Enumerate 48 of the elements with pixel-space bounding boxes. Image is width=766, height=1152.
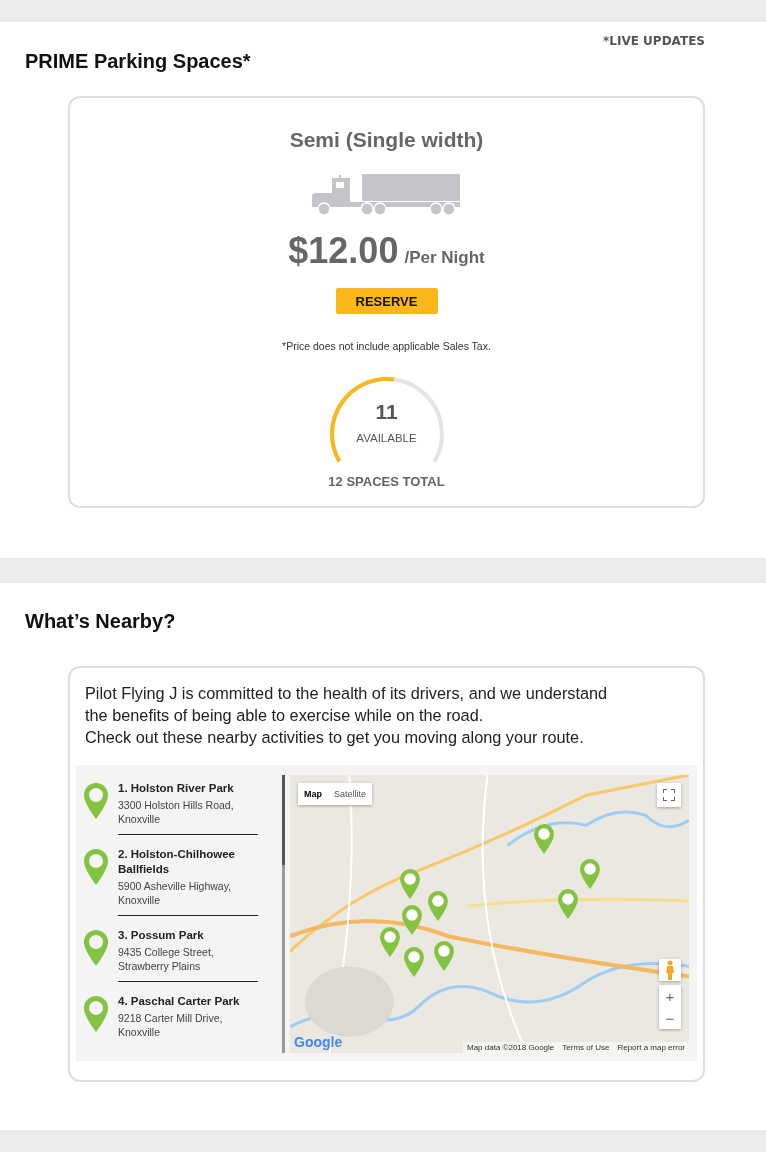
spaces-total: 12 SPACES TOTAL — [328, 474, 445, 489]
place-name[interactable]: 2. Holston-Chilhowee Ballfields — [118, 847, 258, 877]
place-name[interactable]: 1. Holston River Park — [118, 781, 258, 796]
map-pin-icon — [84, 996, 108, 1032]
vehicle-type: Semi (Single width) — [289, 128, 484, 152]
google-logo: Google — [294, 1034, 343, 1050]
section-title: PRIME Parking Spaces* — [25, 49, 251, 73]
section-title: What’s Nearby? — [25, 609, 176, 633]
street-view-button[interactable] — [659, 959, 681, 981]
map-marker-icon[interactable] — [400, 869, 420, 899]
place-address: 5900 Asheville Highway, Knoxville — [118, 879, 233, 907]
map-type-tab[interactable]: Satellite — [328, 783, 373, 805]
fullscreen-button[interactable] — [657, 783, 681, 807]
available-label: AVAILABLE — [355, 432, 418, 444]
place-name[interactable]: 4. Paschal Carter Park — [118, 994, 258, 1009]
available-count: 11 — [374, 400, 399, 424]
map-marker-icon[interactable] — [402, 905, 422, 935]
intro-paragraph: Check out these nearby activities to get you moving along your route. — [85, 727, 585, 748]
map-type-tab[interactable]: Map — [298, 783, 328, 805]
map-marker-icon[interactable] — [404, 947, 424, 977]
map-marker-icon[interactable] — [380, 927, 400, 957]
truck-icon — [311, 172, 462, 216]
map-pin-icon — [84, 849, 108, 885]
person-icon — [665, 960, 675, 980]
tax-note: *Price does not include applicable Sales Tax. — [282, 340, 491, 352]
price-unit: /Per Night — [404, 248, 485, 268]
terms-link[interactable]: Terms of Use — [562, 1043, 610, 1052]
map-pin-icon — [84, 930, 108, 966]
map-marker-icon[interactable] — [580, 859, 600, 889]
intro-paragraph: Pilot Flying J is committed to the health of its drivers, and we understand the benefits of being able to exercise while on the road. — [85, 683, 609, 726]
reserve-button[interactable]: RESERVE — [335, 288, 438, 314]
zoom-in-button[interactable]: + — [659, 985, 681, 1007]
map-marker-icon[interactable] — [434, 941, 454, 971]
map-data-credit: Map data ©2018 Google — [467, 1043, 555, 1052]
map-marker-icon[interactable] — [428, 891, 448, 921]
price: $12.00 — [288, 230, 399, 272]
map-marker-icon[interactable] — [534, 824, 554, 854]
scrollbar[interactable] — [282, 775, 285, 865]
fullscreen-icon — [663, 789, 675, 801]
place-address: 9435 College Street, Strawberry Plains — [118, 945, 215, 973]
place-address: 9218 Carter Mill Drive, Knoxville — [118, 1011, 224, 1039]
map-marker-icon[interactable] — [558, 889, 578, 919]
zoom-out-button[interactable]: − — [659, 1007, 681, 1029]
place-address: 3300 Holston Hills Road, Knoxville — [118, 798, 235, 826]
report-link[interactable]: Report a map error — [617, 1043, 685, 1052]
live-updates-label: *LIVE UPDATES — [603, 34, 705, 48]
place-name[interactable]: 3. Possum Park — [118, 928, 258, 943]
map-pin-icon — [84, 783, 108, 819]
